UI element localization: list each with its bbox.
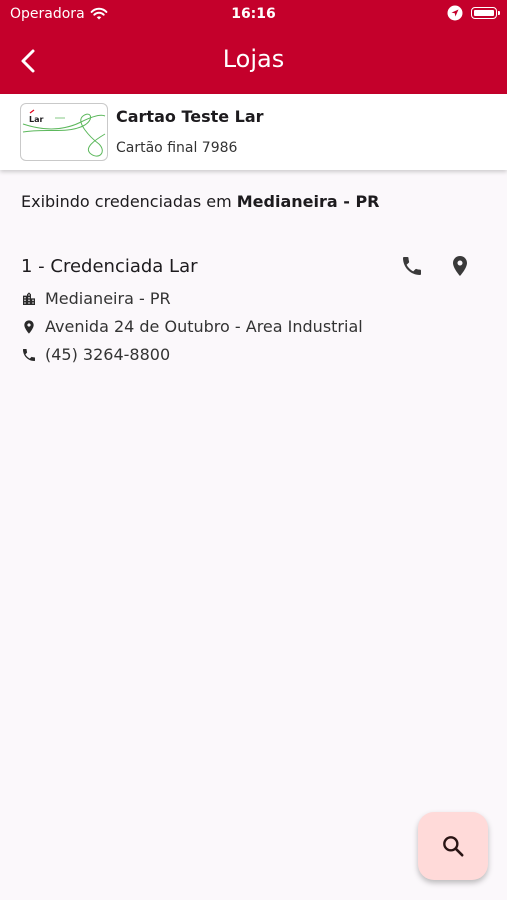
location-notice-prefix: Exibindo credenciadas em xyxy=(21,192,237,211)
card-logo-text: Lar xyxy=(29,115,43,124)
store-actions xyxy=(398,252,474,280)
store-title: 1 - Credenciada Lar xyxy=(21,256,198,277)
location-notice: Exibindo credenciadas em Medianeira - PR xyxy=(21,192,380,211)
location-notice-city: Medianeira - PR xyxy=(236,192,380,211)
search-fab-button[interactable] xyxy=(418,812,488,880)
store-phone-row: (45) 3264-8800 xyxy=(21,345,170,364)
card-summary: Lar Cartao Teste Lar Cartão final 7986 xyxy=(0,94,507,170)
phone-icon xyxy=(403,257,421,275)
map-pin-icon xyxy=(453,256,467,276)
location-pin-icon xyxy=(24,319,34,334)
battery-icon xyxy=(471,7,500,19)
store-address-row: Avenida 24 de Outubro - Area Industrial xyxy=(21,317,363,336)
card-subtitle: Cartão final 7986 xyxy=(116,140,238,156)
card-logo-image: Lar xyxy=(22,109,106,157)
store-address: Avenida 24 de Outubro - Area Industrial xyxy=(45,317,363,336)
status-bar: Operadora 16:16 xyxy=(0,0,507,28)
phone-small-icon xyxy=(23,348,35,361)
store-city: Medianeira - PR xyxy=(45,289,171,308)
location-arrow-icon xyxy=(447,5,463,21)
store-city-row: Medianeira - PR xyxy=(21,289,171,308)
status-time: 16:16 xyxy=(231,6,276,22)
call-button[interactable] xyxy=(398,252,426,280)
status-right xyxy=(447,5,500,21)
map-button[interactable] xyxy=(446,252,474,280)
card-name: Cartao Teste Lar xyxy=(116,107,264,126)
city-buildings-icon xyxy=(23,291,35,305)
page-title: Lojas xyxy=(222,45,285,73)
card-thumbnail: Lar xyxy=(20,103,108,161)
app-bar: Lojas xyxy=(0,28,507,94)
store-phone: (45) 3264-8800 xyxy=(45,345,171,364)
search-icon xyxy=(443,836,464,857)
